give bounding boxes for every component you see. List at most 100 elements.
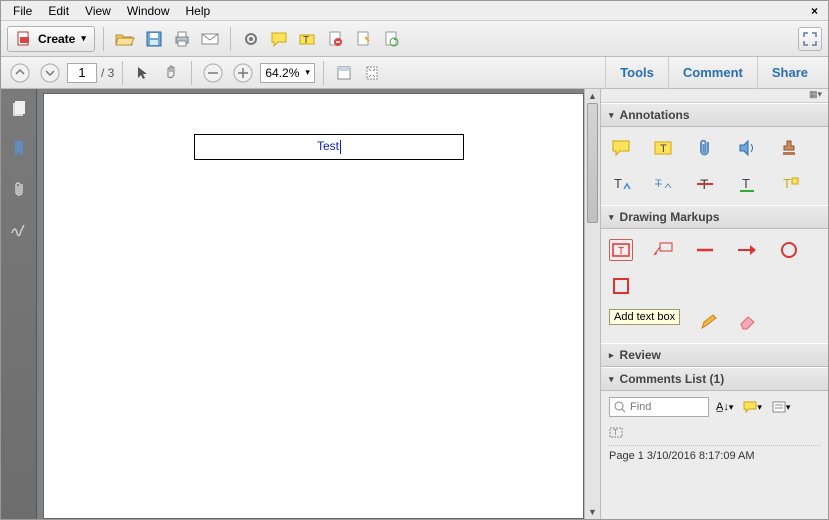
page-down-button[interactable] xyxy=(37,61,63,85)
settings-button[interactable] xyxy=(239,27,263,51)
rectangle-tool[interactable] xyxy=(609,275,633,297)
svg-text:T: T xyxy=(618,246,624,257)
print-button[interactable] xyxy=(170,27,194,51)
comment-meta: Page 1 3/10/2016 8:17:09 AM xyxy=(609,445,820,462)
arrow-tool[interactable] xyxy=(735,239,759,261)
annotations-header[interactable]: ▾ Annotations xyxy=(601,103,828,127)
stamp-add-button[interactable] xyxy=(351,27,375,51)
sticky-note-tool[interactable] xyxy=(609,137,633,159)
zoom-out-button[interactable] xyxy=(200,61,226,85)
speech-bubble-icon xyxy=(270,31,288,47)
strikethrough-tool[interactable]: T xyxy=(693,173,717,195)
close-icon[interactable]: × xyxy=(805,4,824,18)
comments-list-header[interactable]: ▾ Comments List (1) xyxy=(601,367,828,391)
hand-tool[interactable] xyxy=(159,61,183,85)
pencil-tool[interactable] xyxy=(697,311,721,333)
right-pane-tabs: Tools Comment Share xyxy=(605,57,822,89)
find-comment-input[interactable] xyxy=(609,397,709,417)
reading-mode-button[interactable] xyxy=(798,27,822,51)
filter-comments-button[interactable]: ▾ xyxy=(740,397,765,417)
underline-tool[interactable]: T xyxy=(735,173,759,195)
create-label: Create xyxy=(38,32,75,46)
find-field[interactable] xyxy=(630,401,690,413)
search-icon xyxy=(614,401,626,413)
drawing-markups-title: Drawing Markups xyxy=(620,210,720,224)
menu-window[interactable]: Window xyxy=(119,2,178,20)
stamp-tool[interactable] xyxy=(777,137,801,159)
vertical-scrollbar[interactable]: ▲ ▼ xyxy=(584,89,600,519)
save-button[interactable] xyxy=(142,27,166,51)
callout-icon xyxy=(652,241,674,259)
menu-view[interactable]: View xyxy=(77,2,119,20)
review-title: Review xyxy=(620,348,661,362)
signatures-button[interactable] xyxy=(7,217,31,241)
circle-icon xyxy=(779,241,799,259)
menu-file[interactable]: File xyxy=(5,2,40,20)
scroll-up-icon[interactable]: ▲ xyxy=(585,89,600,103)
email-button[interactable] xyxy=(198,27,222,51)
menu-help[interactable]: Help xyxy=(178,2,219,20)
review-header[interactable]: ▸ Review xyxy=(601,343,828,367)
speech-bubble-icon xyxy=(611,139,631,157)
zoom-dropdown[interactable]: 64.2% ▾ xyxy=(260,63,315,83)
bookmarks-button[interactable] xyxy=(7,137,31,161)
stamp-approve-button[interactable] xyxy=(379,27,403,51)
text-box-comment-icon: T xyxy=(609,427,625,441)
create-button[interactable]: Create ▾ xyxy=(7,26,95,52)
callout-tool[interactable] xyxy=(651,239,675,261)
add-note-to-text-tool[interactable]: T xyxy=(777,173,801,195)
replace-text-tool[interactable]: T xyxy=(651,173,675,195)
menubar: File Edit View Window Help × xyxy=(1,1,828,21)
text-box-annotation[interactable]: Test xyxy=(194,134,464,160)
highlight-tool-button[interactable]: T xyxy=(295,27,319,51)
stamp-delete-button[interactable] xyxy=(323,27,347,51)
page-number-input[interactable] xyxy=(67,63,97,83)
panel-options-icon[interactable]: ▦▾ xyxy=(809,89,822,102)
tab-tools[interactable]: Tools xyxy=(605,57,668,89)
menu-edit[interactable]: Edit xyxy=(40,2,77,20)
thumbnails-button[interactable] xyxy=(7,97,31,121)
scroll-thumb[interactable] xyxy=(587,103,598,223)
line-icon xyxy=(695,245,715,255)
oval-tool[interactable] xyxy=(777,239,801,261)
comment-item[interactable]: T xyxy=(609,423,820,445)
text-box-content: Test xyxy=(317,139,339,153)
attach-file-tool[interactable] xyxy=(693,137,717,159)
highlight-t-icon: T xyxy=(653,139,673,157)
dropdown-icon: ▾ xyxy=(81,33,86,44)
tab-share[interactable]: Share xyxy=(757,57,822,89)
panel-options-row: ▦▾ xyxy=(601,89,828,103)
tab-comment[interactable]: Comment xyxy=(668,57,757,89)
scroll-down-icon[interactable]: ▼ xyxy=(585,505,600,519)
zoom-in-button[interactable] xyxy=(230,61,256,85)
nav-toolbar: / 3 64.2% ▾ Tools Comment Share xyxy=(1,57,828,89)
fit-page-button[interactable] xyxy=(360,61,384,85)
comments-list-title: Comments List (1) xyxy=(620,372,725,386)
annotations-tools: T T T T T T xyxy=(601,127,828,205)
open-button[interactable] xyxy=(112,27,138,51)
sort-comments-button[interactable]: A̲↓▾ xyxy=(713,397,736,417)
floppy-icon xyxy=(146,31,162,47)
attachments-button[interactable] xyxy=(7,177,31,201)
line-tool[interactable] xyxy=(693,239,717,261)
page-up-button[interactable] xyxy=(7,61,33,85)
fit-width-button[interactable] xyxy=(332,61,356,85)
dropdown-icon: ▾ xyxy=(305,67,310,78)
insert-text-tool[interactable]: T xyxy=(609,173,633,195)
bookmark-icon xyxy=(12,140,26,158)
page-canvas[interactable]: Test xyxy=(43,93,584,519)
svg-text:T: T xyxy=(614,176,622,191)
options-comments-button[interactable]: ▾ xyxy=(769,397,794,417)
page-total-label: / 3 xyxy=(101,66,114,80)
select-tool[interactable] xyxy=(131,61,155,85)
record-audio-tool[interactable] xyxy=(735,137,759,159)
arrow-up-circle-icon xyxy=(10,63,30,83)
comment-bubble-button[interactable] xyxy=(267,27,291,51)
text-box-tool[interactable]: T xyxy=(609,239,633,261)
gear-icon xyxy=(243,31,259,47)
drawing-markups-header[interactable]: ▾ Drawing Markups xyxy=(601,205,828,229)
eraser-tool[interactable] xyxy=(735,311,759,333)
highlight-text-tool[interactable]: T xyxy=(651,137,675,159)
text-box-icon: T xyxy=(611,241,631,259)
signature-icon xyxy=(10,221,28,237)
